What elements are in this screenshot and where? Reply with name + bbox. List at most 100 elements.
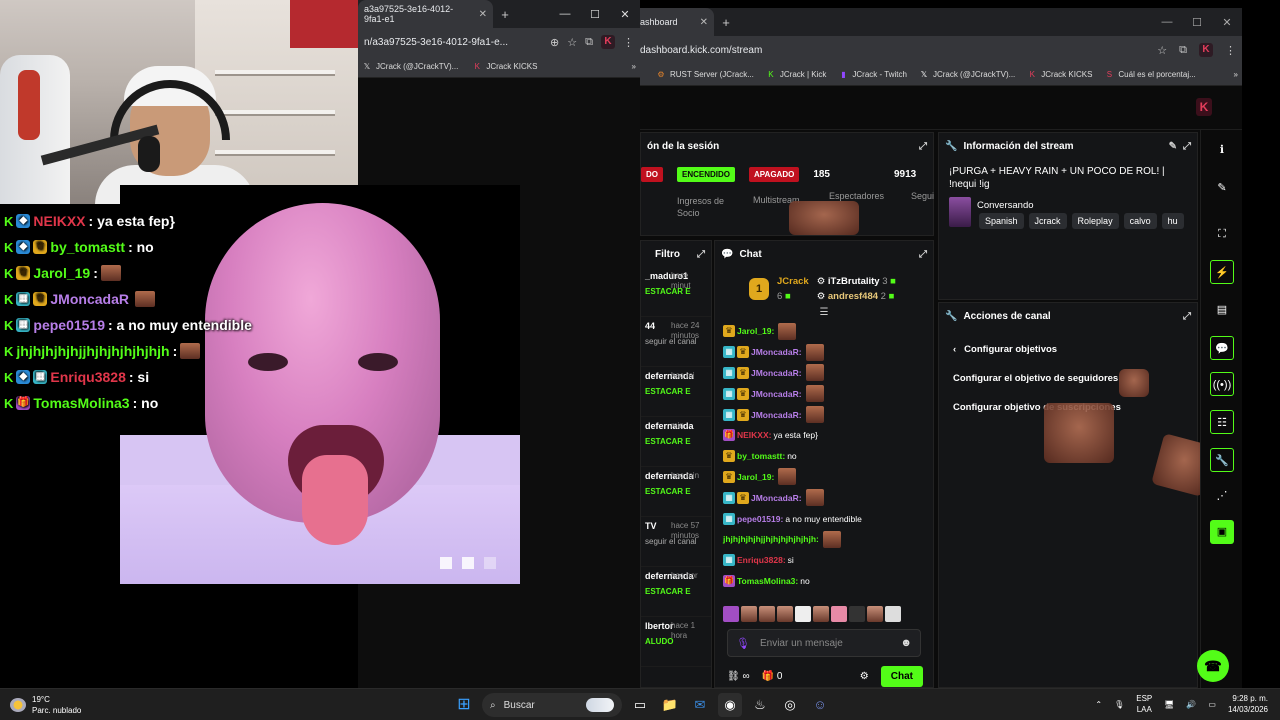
right-address-bar[interactable]: dashboard.kick.com/stream ☆ ⧉ K ⋮ bbox=[640, 36, 1242, 64]
stream-tag[interactable]: calvo bbox=[1123, 213, 1157, 229]
start-icon[interactable]: ⊞ bbox=[452, 693, 476, 717]
expand-icon[interactable]: ⤢ bbox=[697, 249, 705, 260]
zoom-icon[interactable]: ⊕ bbox=[550, 36, 559, 49]
bookmark-item[interactable]: ⚙ RUST Server (JCrack... bbox=[656, 70, 753, 80]
minimize-icon[interactable]: — bbox=[1152, 16, 1182, 29]
chat-username[interactable]: JMoncadaR: bbox=[751, 389, 802, 399]
emote-icon[interactable] bbox=[813, 606, 829, 622]
expand-icon[interactable]: ⤢ bbox=[1183, 141, 1191, 152]
bookmark-item[interactable]: ▮ JCrack - Twitch bbox=[838, 70, 907, 80]
stream-tag[interactable]: hu bbox=[1161, 213, 1184, 229]
chat-message[interactable]: ▦ ♛ JMoncadaR: bbox=[723, 383, 925, 404]
document-icon[interactable]: ▤ bbox=[1210, 298, 1234, 322]
bookmark-item[interactable]: K JCrack | Kick bbox=[766, 70, 826, 80]
chat-message[interactable]: ▦ pepe01519: a no muy entendible bbox=[723, 508, 925, 529]
chat-username[interactable]: jhjhjhjhjhjjhjhjhjhjhjhjh: bbox=[723, 534, 819, 544]
chat-message[interactable]: ♛ by_tomastt: no bbox=[723, 446, 925, 467]
extensions-icon[interactable]: ⧉ bbox=[585, 36, 593, 49]
emoji-icon[interactable]: ☻ bbox=[900, 637, 912, 649]
kick-extension-icon[interactable]: K bbox=[1199, 43, 1213, 57]
filter-action[interactable]: ESTACAR E bbox=[645, 437, 707, 446]
expand-icon[interactable]: ⤢ bbox=[919, 249, 927, 260]
gifter-name[interactable]: andresf484 bbox=[828, 291, 878, 302]
wrench-icon[interactable]: 🔧 bbox=[1210, 448, 1234, 472]
pencil-icon[interactable]: ✎ bbox=[1210, 176, 1234, 200]
clock[interactable]: 9:28 p. m. 14/03/2026 bbox=[1228, 693, 1268, 715]
kick-extension-icon[interactable]: K bbox=[601, 35, 615, 49]
back-button[interactable]: ‹ Configurar objetivos bbox=[953, 335, 1183, 364]
filter-item[interactable]: TV hace 57 minutos seguir el canal bbox=[641, 517, 711, 567]
filter-action[interactable]: ESTACAR E bbox=[645, 387, 707, 396]
close-window-icon[interactable]: ✕ bbox=[610, 8, 640, 21]
multistream-off-pill[interactable]: APAGADO bbox=[749, 167, 800, 182]
chat-message[interactable]: ▦ ♛ JMoncadaR: bbox=[723, 487, 925, 508]
network-icon[interactable]: 🖥 bbox=[1164, 700, 1174, 709]
microphone-icon[interactable]: 🎙 bbox=[736, 637, 750, 650]
chevron-right-icon[interactable]: » bbox=[1234, 70, 1238, 79]
task-view-icon[interactable]: ▭ bbox=[628, 693, 652, 717]
chat-message[interactable]: ▦ ♛ JMoncadaR: bbox=[723, 363, 925, 384]
chat-username[interactable]: JMoncadaR: bbox=[751, 410, 802, 420]
chat-username[interactable]: JMoncadaR: bbox=[751, 347, 802, 357]
menu-icon[interactable]: ⋮ bbox=[1225, 44, 1236, 57]
chat-icon[interactable]: 💬 bbox=[1210, 336, 1234, 360]
filter-item[interactable]: defernanda min ESTACAR E bbox=[641, 417, 711, 467]
filter-action[interactable]: ESTACAR E bbox=[645, 487, 707, 496]
file-explorer-icon[interactable]: 📁 bbox=[658, 693, 682, 717]
close-icon[interactable]: ✕ bbox=[700, 17, 708, 28]
maximize-icon[interactable]: ☐ bbox=[1182, 16, 1212, 29]
battery-icon[interactable]: ▭ bbox=[1208, 700, 1216, 709]
chat-message[interactable]: ▦ ♛ JMoncadaR: bbox=[723, 342, 925, 363]
expand-icon[interactable]: ⤢ bbox=[919, 141, 927, 152]
emote-icon[interactable] bbox=[723, 606, 739, 622]
microphone-icon[interactable]: 🎙 bbox=[1114, 700, 1124, 709]
layers-icon[interactable]: ☷ bbox=[1210, 410, 1234, 434]
obs-icon[interactable]: ◎ bbox=[778, 693, 802, 717]
chat-username[interactable]: Jarol_19: bbox=[737, 472, 774, 482]
bookmark-item[interactable]: S Cuál es el porcentaj... bbox=[1104, 70, 1196, 80]
chat-username[interactable]: JMoncadaR: bbox=[751, 493, 802, 503]
chevron-up-icon[interactable]: ⌃ bbox=[1095, 700, 1102, 709]
emote-icon[interactable] bbox=[795, 606, 811, 622]
chat-message[interactable]: ♛ Jarol_19: bbox=[723, 321, 925, 342]
emote-icon[interactable] bbox=[741, 606, 757, 622]
maximize-icon[interactable]: ☐ bbox=[580, 8, 610, 21]
send-chat-button[interactable]: Chat bbox=[880, 665, 923, 687]
emote-icon[interactable] bbox=[759, 606, 775, 622]
new-tab-icon[interactable]: + bbox=[714, 15, 738, 30]
partner-on-pill[interactable]: ENCENDIDO bbox=[677, 167, 736, 182]
broadcast-icon[interactable]: ((•)) bbox=[1210, 372, 1234, 396]
stream-tag[interactable]: Roleplay bbox=[1071, 213, 1119, 229]
kick-logo-icon[interactable]: K bbox=[1196, 98, 1212, 116]
volume-icon[interactable]: 🔊 bbox=[1186, 700, 1196, 709]
pencil-icon[interactable]: ✎ bbox=[1169, 141, 1177, 152]
info-icon[interactable]: ℹ bbox=[1210, 138, 1234, 162]
emote-icon[interactable] bbox=[777, 606, 793, 622]
chat-message[interactable]: 🎁 NEIKXX: ya esta fep} bbox=[723, 425, 925, 446]
filter-item[interactable]: defernanda hac hor ESTACAR E bbox=[641, 567, 711, 617]
settings-icon[interactable]: ⚙ bbox=[860, 671, 869, 682]
close-window-icon[interactable]: ✕ bbox=[1212, 16, 1242, 29]
chat-username[interactable]: TomasMolina3: bbox=[737, 576, 798, 586]
taskbar-search[interactable]: ⌕ Buscar bbox=[482, 693, 622, 717]
emote-icon[interactable] bbox=[867, 606, 883, 622]
extensions-icon[interactable]: ⧉ bbox=[1179, 44, 1187, 57]
chat-message[interactable]: jhjhjhjhjhjjhjhjhjhjhjhjh: bbox=[723, 529, 925, 550]
stream-tag[interactable]: Jcrack bbox=[1028, 213, 1067, 229]
gifter-name[interactable]: iTzBrutality bbox=[828, 276, 880, 287]
chat-message[interactable]: ▦ ♛ JMoncadaR: bbox=[723, 404, 925, 425]
chat-input[interactable]: 🎙 Enviar un mensaje ☻ bbox=[727, 629, 921, 657]
bookmark-item[interactable]: K JCrack KICKS bbox=[472, 62, 538, 72]
left-active-tab[interactable]: a3a97525-3e16-4012-9fa1-e1 ✕ bbox=[358, 0, 493, 28]
chat-username[interactable]: Enriqu3828: bbox=[737, 555, 786, 565]
outlook-icon[interactable]: ✉ bbox=[688, 693, 712, 717]
chat-username[interactable]: pepe01519: bbox=[737, 514, 783, 524]
share-icon[interactable]: ⋰ bbox=[1210, 484, 1234, 508]
star-icon[interactable]: ☆ bbox=[567, 36, 577, 49]
gift-icon[interactable]: 🎁 0 bbox=[762, 671, 783, 682]
chat-username[interactable]: Jarol_19: bbox=[737, 326, 774, 336]
filter-item[interactable]: lbertor hace 1 hora ALUDO bbox=[641, 617, 711, 667]
emote-icon[interactable] bbox=[831, 606, 847, 622]
chat-message[interactable]: ▦ Enriqu3828: si bbox=[723, 550, 925, 571]
weather-widget[interactable]: 19°C Parc. nublado bbox=[10, 694, 81, 716]
